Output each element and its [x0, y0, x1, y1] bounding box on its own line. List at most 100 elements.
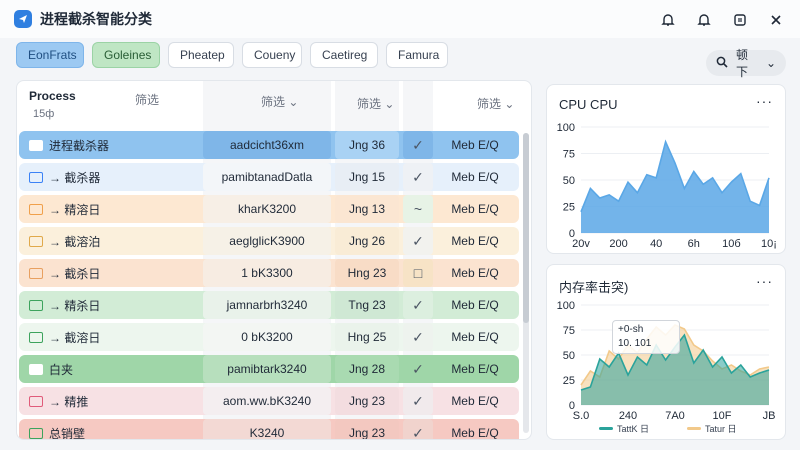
series-area-0 — [581, 141, 769, 233]
process-table: Process 15ф 筛选 筛选 ⌄ 筛选 ⌄ 筛选 ⌄ 进程截杀器 aadci… — [16, 80, 532, 440]
square-icon — [29, 267, 43, 279]
check-icon[interactable]: ✓ — [403, 323, 433, 351]
tab-4[interactable]: Caetireg — [310, 42, 378, 68]
cpu-chart: 025507510020v 200 40 6h 10б 10¡ — [557, 122, 777, 250]
tab-5[interactable]: Famura — [386, 42, 448, 68]
process-name: → 截杀器 — [49, 170, 101, 185]
process-name: → 精溶日 — [49, 202, 101, 217]
search-icon — [716, 56, 728, 71]
check-icon[interactable]: ✓ — [403, 291, 433, 319]
tab-1[interactable]: Goleines — [92, 42, 160, 68]
table-row[interactable]: 进程截杀器 aadcicht36xm Jng 36 ✓ Meb E/Q — [19, 131, 519, 159]
column-filter-4[interactable]: 筛选 ⌄ — [477, 95, 514, 112]
date-cell: Jng 23 — [335, 419, 399, 439]
app-logo-icon — [14, 10, 32, 28]
legend-item-0: TattK 日 — [599, 422, 649, 435]
check-icon[interactable]: ~ — [403, 195, 433, 223]
list-icon — [29, 331, 43, 343]
table-row[interactable]: → 截溶泊 aeglglicK3900 Jng 26 ✓ Meb E/Q — [19, 227, 519, 255]
x-tick-label: 200 — [609, 238, 627, 250]
status-cell: Meb E/Q — [451, 426, 499, 440]
process-name-cell: 总销壁 — [29, 425, 86, 440]
check-icon[interactable]: ✓ — [403, 355, 433, 383]
process-name-cell: → 精溶日 — [29, 201, 100, 218]
process-name: → 精推 — [49, 394, 89, 409]
table-row[interactable]: → 精杀日 jamnarbrh3240 Tng 23 ✓ Meb E/Q — [19, 291, 519, 319]
y-tick-label: 75 — [563, 325, 575, 337]
process-id-cell: pamibtark3240 — [203, 355, 331, 383]
process-name: 进程截杀器 — [49, 138, 110, 153]
y-tick-label: 100 — [557, 122, 575, 134]
table-header: Process 15ф 筛选 筛选 ⌄ 筛选 ⌄ 筛选 ⌄ — [17, 81, 531, 129]
status-cell: Meb E/Q — [451, 138, 499, 152]
check-icon[interactable]: ✓ — [403, 131, 433, 159]
table-row[interactable]: → 截杀日 1 bK3300 Hng 23 □ Meb E/Q — [19, 259, 519, 287]
x-tick-label: 10F — [713, 410, 732, 422]
check-icon[interactable]: □ — [403, 259, 433, 287]
process-name: → 截溶日 — [49, 330, 101, 345]
process-id-cell: kharK3200 — [203, 195, 331, 223]
notification-icon[interactable] — [694, 10, 714, 30]
tooltip-line-2: 10. 101 — [618, 338, 652, 349]
process-name: → 截溶泊 — [49, 234, 101, 249]
x-tick-label: 6h — [688, 238, 700, 250]
table-row[interactable]: → 精溶日 kharK3200 Jng 13 ~ Meb E/Q — [19, 195, 519, 223]
legend-swatch — [687, 427, 701, 430]
status-cell: Meb E/Q — [451, 170, 499, 184]
x-tick-label: 10б — [722, 238, 741, 250]
close-icon[interactable] — [766, 10, 786, 30]
process-name-cell: → 精推 — [29, 393, 88, 410]
cpu-chart-card: CPU CPU ··· 0 25 50 75 100 20v 200 40 6h 10б 10¡ — [546, 84, 786, 254]
legend-item-1: Tatur 日 — [687, 422, 737, 435]
x-tick-label: JB — [763, 410, 776, 422]
status-cell: Meb E/Q — [451, 362, 499, 376]
process-name: 总销壁 — [49, 426, 86, 440]
tab-0[interactable]: EonFrats — [16, 42, 84, 68]
restore-window-icon[interactable] — [730, 10, 750, 30]
legend-label: TattK 日 — [617, 424, 650, 434]
check-icon[interactable]: ✓ — [403, 387, 433, 415]
check-icon[interactable]: ✓ — [403, 163, 433, 191]
search-label: 顿下 — [736, 48, 749, 79]
date-cell: Jng 13 — [335, 195, 399, 223]
status-cell: Meb E/Q — [451, 394, 499, 408]
table-row[interactable]: → 精推 aom.ww.bK3240 Jng 23 ✓ Meb E/Q — [19, 387, 519, 415]
date-cell: Jng 36 — [335, 131, 399, 159]
process-subheader: 15ф — [33, 108, 55, 120]
table-row[interactable]: 总销壁 K3240 Jng 23 ✓ Meb E/Q — [19, 419, 519, 440]
process-id-cell: jamnarbrh3240 — [203, 291, 331, 319]
tab-3[interactable]: Coueny — [242, 42, 302, 68]
x-tick-label: 10¡ — [761, 238, 777, 250]
search-dropdown[interactable]: 顿下 ⌄ — [706, 48, 786, 79]
tooltip-line-1: +0-sh — [618, 324, 644, 335]
title-bar: 进程截杀智能分类 — [0, 0, 800, 38]
legend-swatch — [599, 427, 613, 430]
table-row[interactable]: 白夹 pamibtark3240 Jng 28 ✓ Meb E/Q — [19, 355, 519, 383]
y-tick-label: 50 — [563, 175, 575, 187]
flag-icon — [29, 427, 43, 439]
flag-icon — [29, 395, 43, 407]
process-name: → 精杀日 — [49, 298, 101, 313]
window-icon — [29, 139, 43, 151]
table-row[interactable]: → 截杀器 pamibtanadDatla Jng 15 ✓ Meb E/Q — [19, 163, 519, 191]
date-cell: Jng 28 — [335, 355, 399, 383]
chart-tooltip: +0-sh 10. 101 — [612, 320, 680, 354]
tab-2[interactable]: Pheatep — [168, 42, 234, 68]
process-id-cell: aom.ww.bK3240 — [203, 387, 331, 415]
scrollbar-thumb[interactable] — [523, 133, 529, 323]
table-row[interactable]: → 截溶日 0 bK3200 Hng 25 ✓ Meb E/Q — [19, 323, 519, 351]
column-process[interactable]: Process — [29, 89, 76, 103]
scrollbar[interactable] — [523, 133, 529, 433]
column-filter-1[interactable]: 筛选 — [135, 91, 159, 108]
tag-icon — [29, 203, 43, 215]
process-id-cell: aeglglicK3900 — [203, 227, 331, 255]
column-filter-2[interactable]: 筛选 ⌄ — [261, 93, 298, 110]
x-tick-label: S.0 — [573, 410, 590, 422]
column-filter-3[interactable]: 筛选 ⌄ — [357, 95, 394, 112]
check-icon[interactable]: ✓ — [403, 419, 433, 439]
x-tick-label: 40 — [650, 238, 662, 250]
app-title: 进程截杀智能分类 — [40, 11, 152, 27]
check-icon[interactable]: ✓ — [403, 227, 433, 255]
process-name: → 截杀日 — [49, 266, 101, 281]
bell-icon[interactable] — [658, 10, 678, 30]
